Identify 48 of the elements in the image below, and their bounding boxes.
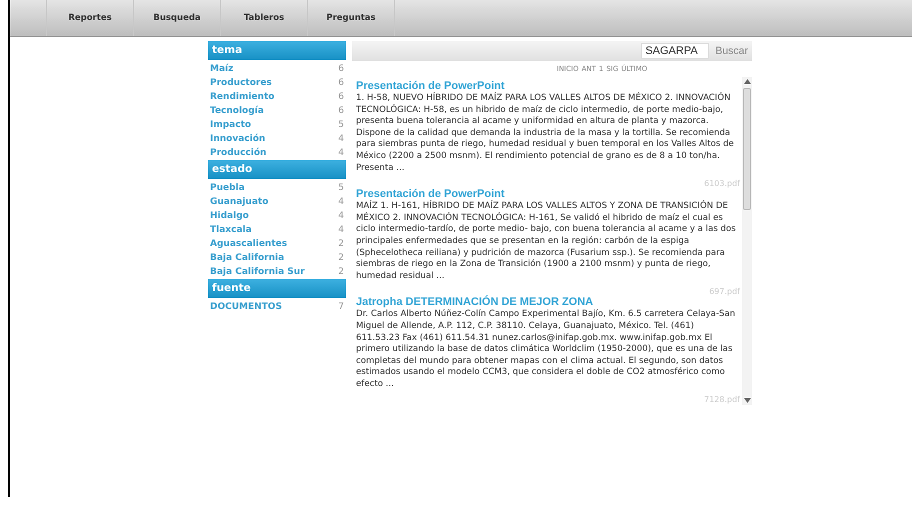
facet-count: 5	[338, 183, 344, 193]
facet-count: 5	[338, 120, 344, 130]
scroll-up-icon[interactable]	[744, 79, 750, 84]
facet-count: 2	[338, 267, 344, 277]
facet-link[interactable]: Tecnología	[210, 106, 264, 116]
facet-count: 4	[338, 225, 344, 235]
facet-count: 7	[338, 302, 344, 312]
result-snippet: 1. H-58, NUEVO HÍBRIDO DE MAÍZ PARA LOS VALLES ALTOS DE MÉXICO 2. INNOVACIÓN TECNOLÓGICA: H-58, es un hibrido de maíz de ciclo intermedio, de porte medio-bajo, presenta buena tolerancia al acame y uniformidad en altura de planta y mazorca. Dispone de la calidad que demanda la industria de la masa y la tortilla. Se recomienda para siembras punta de riego, humedad residual y buen temporal en los Valles Altos de México (2200 a 2500 msnm). El rendimiento potencial de grano es de 8 a 10 ton/ha. Presenta ...	[356, 93, 735, 174]
facet-link[interactable]: Tlaxcala	[210, 225, 252, 235]
facet-link[interactable]: Impacto	[210, 120, 252, 130]
facet-link[interactable]: Baja California	[210, 253, 284, 263]
facet-link[interactable]: Hidalgo	[210, 211, 249, 221]
facet-link[interactable]: Puebla	[210, 183, 245, 193]
nav-tab[interactable]: Reportes	[47, 0, 134, 36]
facet-header: estado	[208, 160, 346, 179]
facet-link[interactable]: Innovación	[210, 134, 266, 144]
facet-count: 6	[338, 78, 344, 88]
facet-link[interactable]: Producción	[210, 148, 266, 158]
facet-count: 6	[338, 106, 344, 116]
facet-count: 6	[338, 64, 344, 74]
result-snippet: Dr. Carlos Alberto Núñez-Colín Campo Experimental Bajío, Km. 6.5 carretera Celaya-San Miguel de Allende, A.P. 112, C.P. 38110. Celaya, Guanajuato, México. Tel. (461) 611.53.23 Fax (461) 611.54.31 nunez.carlos@inifap.gob.mx. www.inifap.gob.mx El primero utilizando la base de datos climática Worldclim (1950-2000), que es una de las completas del mundo para obtener mapas con el clima actual. El segundo, son datos estimados usando el modelo CCM3, que considera el doble de CO2 atmosférico como efecto ...	[356, 309, 736, 390]
facet-link[interactable]: Maíz	[210, 64, 234, 74]
facet-link[interactable]: Guanajuato	[210, 197, 268, 207]
facet-link[interactable]: DOCUMENTOS	[210, 302, 282, 312]
facet-link[interactable]: Baja California Sur	[210, 267, 305, 277]
facet-count: 6	[338, 92, 344, 102]
facet-link[interactable]: Rendimiento	[210, 92, 274, 102]
facet-link[interactable]: Productores	[210, 78, 272, 88]
nav-tab[interactable]: Tableros	[221, 0, 308, 36]
facet-count: 2	[338, 239, 344, 249]
search-field[interactable]: SAGARPA	[641, 43, 710, 59]
scroll-down-icon[interactable]	[744, 398, 750, 403]
search-button[interactable]: Buscar	[713, 45, 750, 57]
nav-tab[interactable]: Preguntas	[308, 0, 395, 36]
facet-header: tema	[208, 41, 346, 60]
result-title[interactable]: Presentación de PowerPoint	[356, 188, 740, 202]
facet-count: 4	[338, 148, 344, 158]
result-title[interactable]: Jatropha DETERMINACIÓN DE MEJOR ZONA	[356, 296, 740, 310]
facet-count: 2	[338, 253, 344, 263]
facet-count: 4	[338, 211, 344, 221]
scrollbar[interactable]	[742, 77, 752, 405]
facet-link[interactable]: Aguascalientes	[210, 239, 288, 249]
nav-tab[interactable]: Busqueda	[134, 0, 221, 36]
result-snippet: MAÍZ 1. H-161, HÍBRIDO DE MAÍZ PARA LOS VALLES ALTOS Y ZONA DE TRANSICIÓN DE MÉXICO 2. INNOVACIÓN TECNOLÓGICA: H-161, Se validó el hibrido de maíz el cual es ciclo intermedio-tardío, de porte medio- bajo, con buena tolerancia al acame y a las dos principales enfermedades que se presentan en la región: carbón de la espiga (Sphecelotheca reiliana) y pudrición de mazorca (Fusarium ssp.). Se recomienda para siembras de riego en la Zona de Transición (1900 a 2100 msnm) y punta de riego, humedad residual ...	[356, 201, 737, 282]
facet-count: 4	[338, 134, 344, 144]
result-title[interactable]: Presentación de PowerPoint	[356, 80, 740, 93]
facet-count: 4	[338, 197, 344, 207]
facet-header: fuente	[208, 279, 346, 298]
